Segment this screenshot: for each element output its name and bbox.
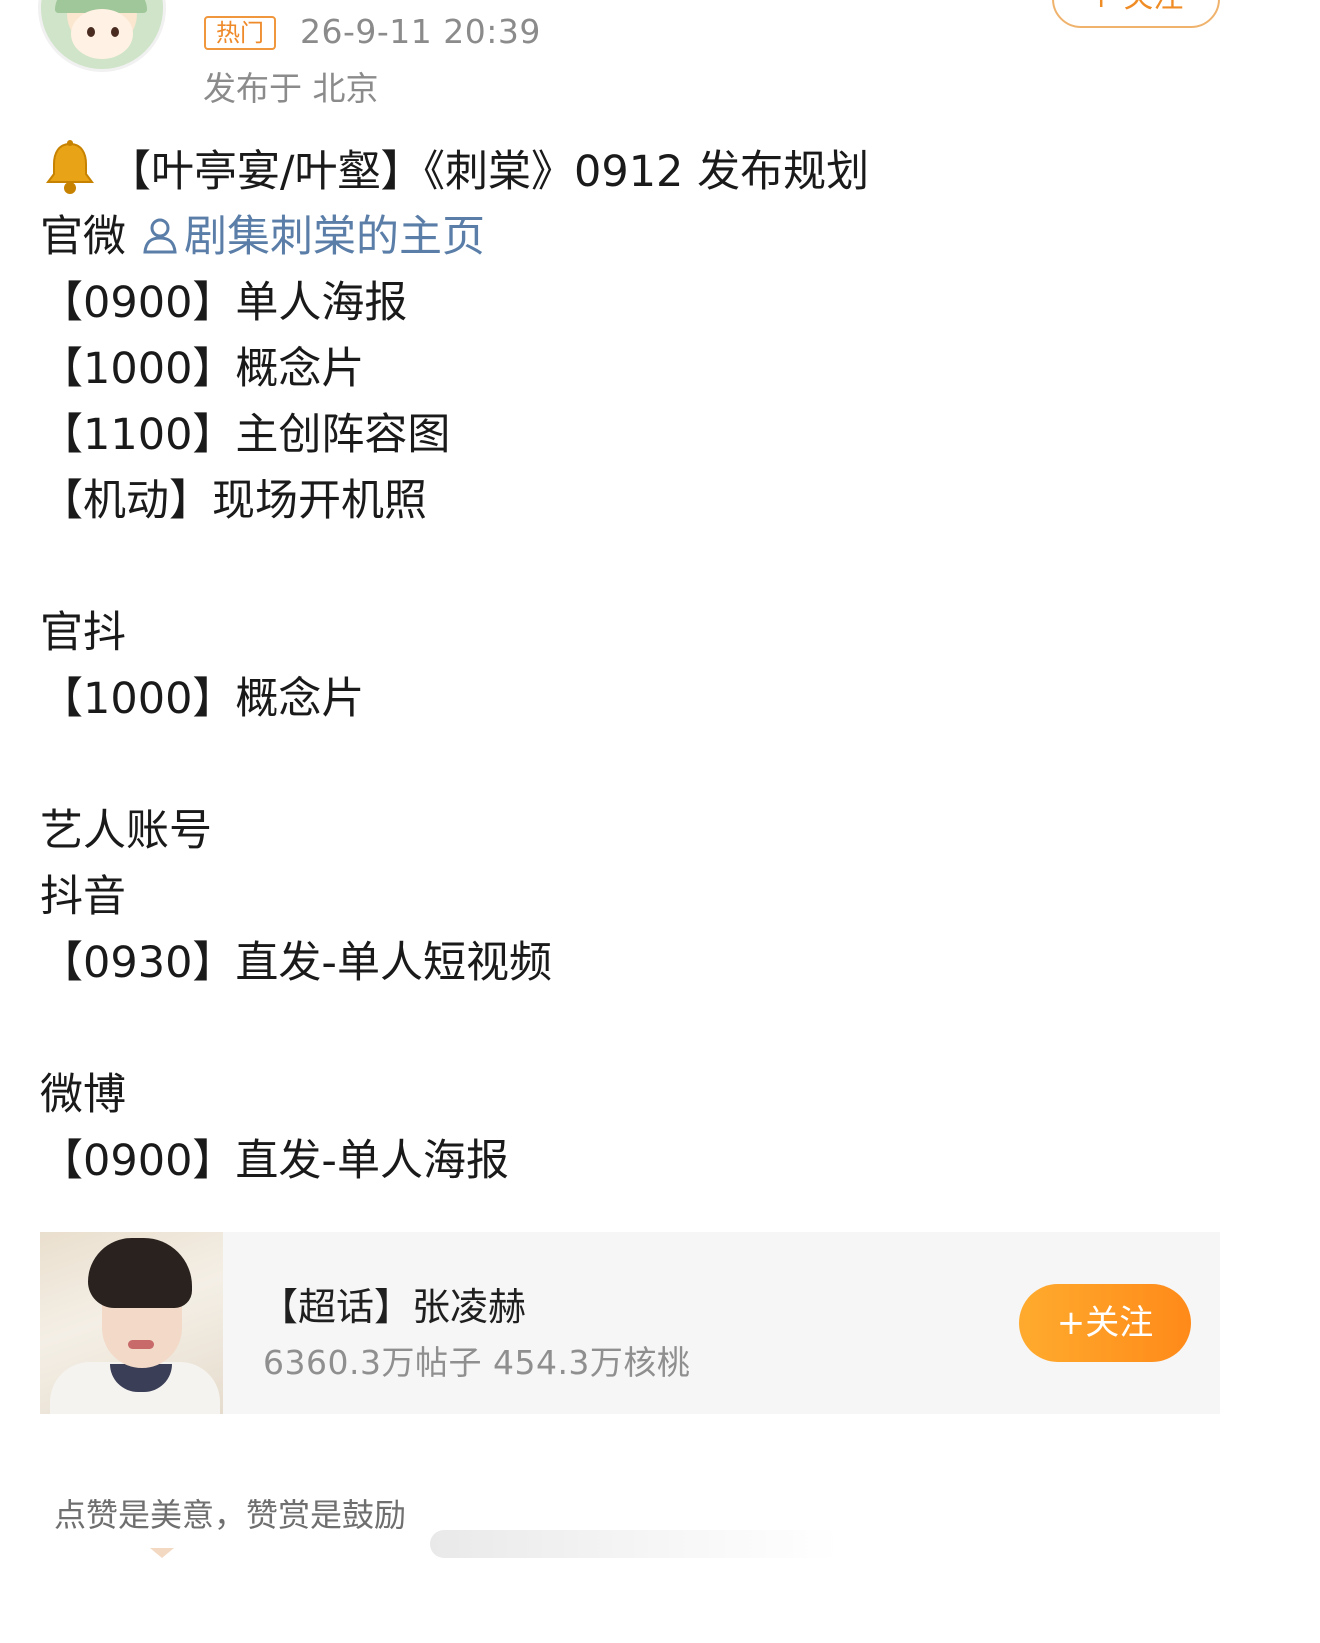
- reward-button[interactable]: [430, 1530, 840, 1558]
- weibo-item: 【0900】单人海报: [40, 278, 408, 328]
- weibo-item: 【1100】主创阵容图: [40, 410, 451, 460]
- douyin-official-label: 官抖: [40, 608, 126, 658]
- caret-icon: [150, 1548, 174, 1558]
- douyin-official-item: 【1000】概念片: [40, 674, 365, 724]
- post-body: 【叶亭宴/叶壑】《刺棠》0912 发布规划 官微 剧集刺棠的主页 【0900】单…: [40, 138, 1240, 1194]
- topic-stats: 6360.3万帖子 454.3万核桃: [263, 1343, 691, 1382]
- artist-accounts-label: 艺人账号: [40, 806, 212, 856]
- reward-prompt: 点赞是美意，赞赏是鼓励: [54, 1496, 407, 1534]
- follow-user-button[interactable]: + 关注: [1052, 0, 1220, 28]
- bell-icon: [46, 140, 94, 194]
- post-title: 【叶亭宴/叶壑】《刺棠》0912 发布规划: [108, 147, 870, 197]
- follow-topic-button[interactable]: +关注: [1019, 1284, 1191, 1362]
- official-weibo-label: 官微: [40, 212, 126, 262]
- artist-weibo-item: 【0900】直发-单人海报: [40, 1136, 509, 1186]
- topic-title: 【超话】张凌赫: [260, 1285, 527, 1329]
- user-avatar[interactable]: [38, 0, 166, 72]
- hot-badge: 热门: [204, 16, 276, 50]
- person-icon: [143, 218, 177, 254]
- artist-weibo-label: 微博: [40, 1070, 126, 1120]
- weibo-item: 【1000】概念片: [40, 344, 365, 394]
- topic-cover-image: [40, 1232, 223, 1414]
- artist-douyin-item: 【0930】直发-单人短视频: [40, 938, 552, 988]
- artist-douyin-label: 抖音: [40, 872, 126, 922]
- super-topic-card[interactable]: 【超话】张凌赫 6360.3万帖子 454.3万核桃 +关注: [40, 1232, 1220, 1414]
- post-timestamp: 26-9-11 20:39: [300, 12, 541, 51]
- official-weibo-profile-link[interactable]: 剧集刺棠的主页: [184, 212, 485, 262]
- official-weibo-line: 官微 剧集刺棠的主页: [40, 204, 1240, 270]
- post-location: 发布于 北京: [203, 69, 379, 108]
- post-title-line: 【叶亭宴/叶壑】《刺棠》0912 发布规划: [40, 138, 1240, 204]
- weibo-item: 【机动】现场开机照: [40, 476, 427, 526]
